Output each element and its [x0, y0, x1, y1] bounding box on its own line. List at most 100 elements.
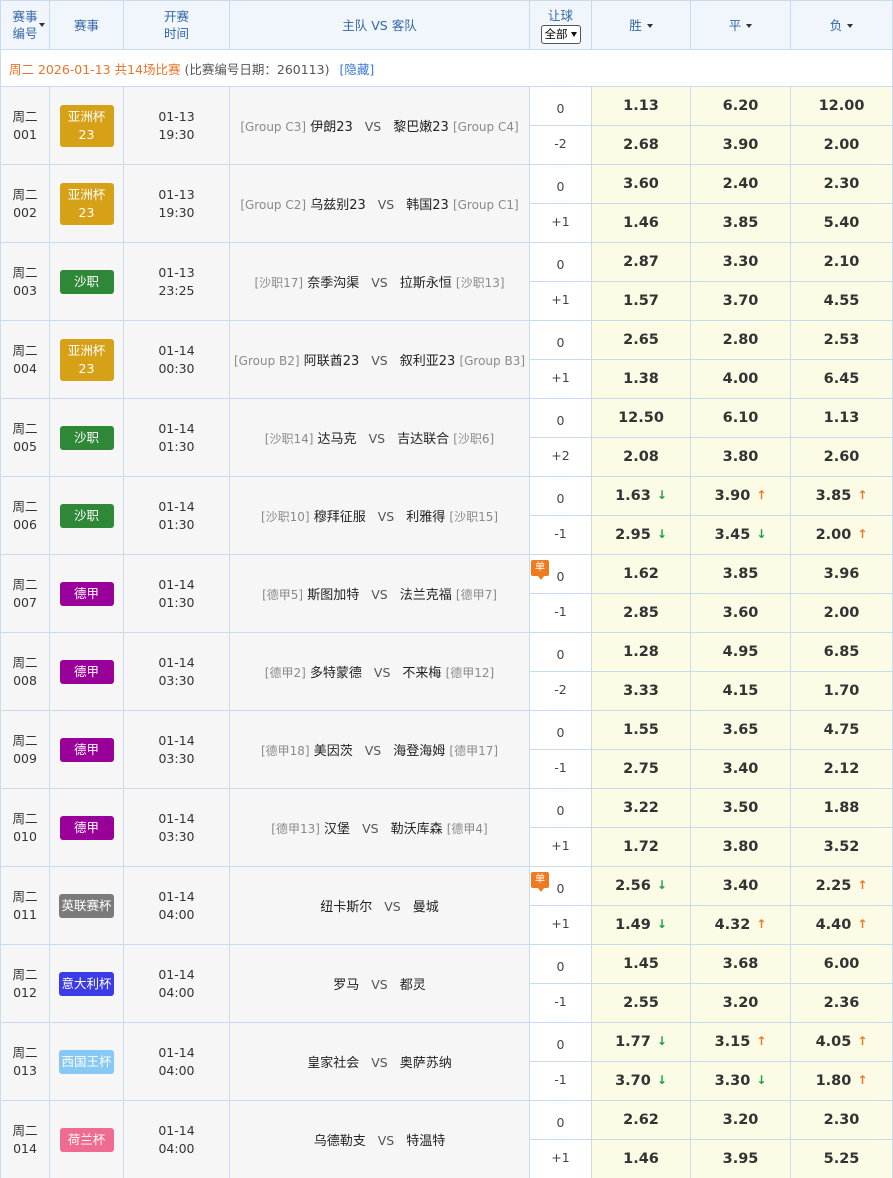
odds-cell-draw[interactable]: 3.20: [690, 983, 791, 1023]
odds-cell-lose[interactable]: 3.85 ↑: [790, 476, 893, 516]
odds-cell-win[interactable]: 3.33: [591, 671, 691, 711]
odds-cell-win[interactable]: 1.57: [591, 281, 691, 321]
header-lose[interactable]: 负: [790, 0, 893, 50]
league-badge[interactable]: 沙职: [59, 503, 114, 528]
odds-cell-draw[interactable]: 3.85: [690, 203, 791, 243]
odds-cell-draw[interactable]: 4.15: [690, 671, 791, 711]
header-num[interactable]: 赛事 编号: [0, 0, 50, 50]
home-team[interactable]: 纽卡斯尔: [320, 900, 372, 915]
handicap-select[interactable]: 全部: [540, 24, 581, 44]
home-team[interactable]: 美因茨: [314, 744, 353, 759]
odds-cell-lose[interactable]: 5.40: [790, 203, 893, 243]
home-team[interactable]: 奈季沟渠: [307, 276, 359, 291]
odds-cell-lose[interactable]: 5.25: [790, 1139, 893, 1178]
away-team[interactable]: 奥萨苏纳: [400, 1056, 452, 1071]
odds-cell-lose[interactable]: 4.75: [790, 710, 893, 750]
odds-cell-draw[interactable]: 3.40: [690, 866, 791, 906]
odds-cell-lose[interactable]: 4.05 ↑: [790, 1022, 893, 1062]
odds-cell-draw[interactable]: 3.45 ↓: [690, 515, 791, 555]
home-team[interactable]: 穆拜征服: [314, 510, 366, 525]
away-team[interactable]: 法兰克福: [400, 588, 452, 603]
odds-cell-win[interactable]: 2.87: [591, 242, 691, 282]
away-team[interactable]: 都灵: [400, 978, 426, 993]
odds-cell-lose[interactable]: 2.53: [790, 320, 893, 360]
odds-cell-draw[interactable]: 6.20: [690, 86, 791, 126]
home-team[interactable]: 罗马: [333, 978, 359, 993]
odds-cell-draw[interactable]: 3.40: [690, 749, 791, 789]
odds-cell-lose[interactable]: 2.00 ↑: [790, 515, 893, 555]
odds-cell-lose[interactable]: 6.85: [790, 632, 893, 672]
odds-cell-draw[interactable]: 6.10: [690, 398, 791, 438]
away-team[interactable]: 不来梅: [402, 666, 441, 681]
odds-cell-draw[interactable]: 3.70: [690, 281, 791, 321]
away-team[interactable]: 勒沃库森: [391, 822, 443, 837]
odds-cell-win[interactable]: 2.85: [591, 593, 691, 633]
odds-cell-draw[interactable]: 3.90: [690, 125, 791, 165]
odds-cell-win[interactable]: 1.46: [591, 1139, 691, 1178]
odds-cell-win[interactable]: 2.95 ↓: [591, 515, 691, 555]
odds-cell-win[interactable]: 3.60: [591, 164, 691, 204]
odds-cell-win[interactable]: 2.55: [591, 983, 691, 1023]
league-badge[interactable]: 荷兰杯: [59, 1127, 114, 1152]
odds-cell-lose[interactable]: 1.88: [790, 788, 893, 828]
odds-cell-draw[interactable]: 3.80: [690, 437, 791, 477]
odds-cell-lose[interactable]: 6.45: [790, 359, 893, 399]
odds-cell-win[interactable]: 3.22: [591, 788, 691, 828]
odds-cell-lose[interactable]: 6.00: [790, 944, 893, 984]
odds-cell-lose[interactable]: 3.52: [790, 827, 893, 867]
odds-cell-win[interactable]: 1.62: [591, 554, 691, 594]
league-badge[interactable]: 德甲: [59, 737, 114, 762]
odds-cell-lose[interactable]: 2.00: [790, 125, 893, 165]
odds-cell-win[interactable]: 3.70 ↓: [591, 1061, 691, 1101]
header-draw[interactable]: 平: [690, 0, 791, 50]
odds-cell-lose[interactable]: 3.96: [790, 554, 893, 594]
odds-cell-lose[interactable]: 2.12: [790, 749, 893, 789]
odds-cell-draw[interactable]: 4.00: [690, 359, 791, 399]
home-team[interactable]: 斯图加特: [307, 588, 359, 603]
odds-cell-lose[interactable]: 2.25 ↑: [790, 866, 893, 906]
away-team[interactable]: 海登海姆: [393, 744, 445, 759]
odds-cell-win[interactable]: 1.46: [591, 203, 691, 243]
odds-cell-lose[interactable]: 12.00: [790, 86, 893, 126]
header-win[interactable]: 胜: [591, 0, 691, 50]
league-badge[interactable]: 德甲: [59, 659, 114, 684]
odds-cell-win[interactable]: 1.45: [591, 944, 691, 984]
odds-cell-lose[interactable]: 1.80 ↑: [790, 1061, 893, 1101]
odds-cell-draw[interactable]: 3.65: [690, 710, 791, 750]
odds-cell-draw[interactable]: 4.95: [690, 632, 791, 672]
odds-cell-draw[interactable]: 3.85: [690, 554, 791, 594]
away-team[interactable]: 黎巴嫩23: [393, 120, 449, 135]
odds-cell-lose[interactable]: 2.00: [790, 593, 893, 633]
odds-cell-win[interactable]: 2.68: [591, 125, 691, 165]
odds-cell-win[interactable]: 1.55: [591, 710, 691, 750]
home-team[interactable]: 达马克: [318, 432, 357, 447]
away-team[interactable]: 叙利亚23: [400, 354, 456, 369]
league-badge[interactable]: 德甲: [59, 581, 114, 606]
odds-cell-draw[interactable]: 2.80: [690, 320, 791, 360]
odds-cell-draw[interactable]: 3.30 ↓: [690, 1061, 791, 1101]
odds-cell-lose[interactable]: 4.40 ↑: [790, 905, 893, 945]
league-badge[interactable]: 西国王杯: [59, 1049, 114, 1074]
odds-cell-draw[interactable]: 3.95: [690, 1139, 791, 1178]
odds-cell-win[interactable]: 1.72: [591, 827, 691, 867]
odds-cell-win[interactable]: 2.08: [591, 437, 691, 477]
away-team[interactable]: 吉达联合: [397, 432, 449, 447]
odds-cell-lose[interactable]: 2.60: [790, 437, 893, 477]
odds-cell-lose[interactable]: 4.55: [790, 281, 893, 321]
odds-cell-draw[interactable]: 3.15 ↑: [690, 1022, 791, 1062]
away-team[interactable]: 韩国23: [406, 198, 449, 213]
away-team[interactable]: 曼城: [413, 900, 439, 915]
league-badge[interactable]: 沙职: [59, 269, 114, 294]
league-badge[interactable]: 亚洲杯 23: [59, 338, 114, 381]
league-badge[interactable]: 沙职: [59, 425, 114, 450]
odds-cell-win[interactable]: 1.49 ↓: [591, 905, 691, 945]
odds-cell-win[interactable]: 1.13: [591, 86, 691, 126]
odds-cell-win[interactable]: 1.77 ↓: [591, 1022, 691, 1062]
home-team[interactable]: 阿联酋23: [304, 354, 360, 369]
league-badge[interactable]: 德甲: [59, 815, 114, 840]
away-team[interactable]: 利雅得: [406, 510, 445, 525]
home-team[interactable]: 乌德勒支: [314, 1134, 366, 1149]
home-team[interactable]: 乌兹别23: [310, 198, 366, 213]
home-team[interactable]: 多特蒙德: [310, 666, 362, 681]
odds-cell-draw[interactable]: 3.68: [690, 944, 791, 984]
